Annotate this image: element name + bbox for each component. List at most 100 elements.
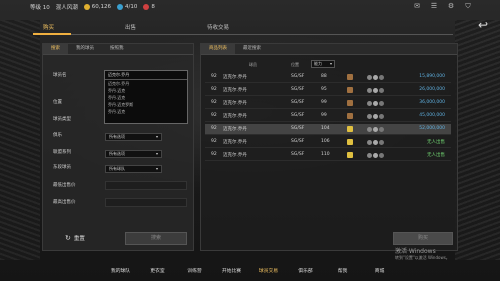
dropdown-option[interactable]: 迈克尔.乔丹 [105, 80, 187, 87]
table-row[interactable]: 92 迈克尔.乔丹 SG/SF 95 26,000,000 [205, 85, 451, 96]
player-ability: 99 [321, 113, 327, 118]
trait-badge-icon [373, 126, 378, 132]
subtab-by-me[interactable]: 按照我 [102, 44, 132, 54]
player-level: 等级 10 [30, 5, 50, 11]
ticket-icon [143, 4, 150, 10]
trait-badge-icon [373, 100, 378, 106]
card-type-label: 球员类型 [53, 117, 71, 122]
max-price-input[interactable] [105, 198, 187, 207]
back-arrow-icon[interactable]: ↩ [478, 18, 488, 32]
gear-icon[interactable]: ⚙ [447, 2, 455, 10]
trait-badge-icon [367, 87, 372, 93]
player-rating: 92 [211, 152, 217, 157]
search-button[interactable]: 搜索 [125, 232, 187, 245]
table-row[interactable]: 92 迈克尔.乔丹 SG/SF 110 无人出售 [205, 150, 451, 161]
tab-recent-search[interactable]: 最近搜索 [235, 44, 269, 54]
bottom-nav: 我的球队 更衣室 训练营 开始比赛 球员交易 俱乐部 帮我 商城 [0, 266, 500, 278]
player-position: SG/SF [291, 152, 305, 157]
dropdown-option[interactable]: 乔丹.迈克 [105, 108, 187, 115]
gold-coin-icon [83, 4, 90, 10]
nav-training[interactable]: 训练营 [176, 266, 213, 278]
nav-store[interactable]: 商城 [361, 266, 398, 278]
card-tier-icon [347, 139, 353, 145]
chevron-down-icon: ▾ [155, 166, 158, 171]
trait-badge-icon [379, 87, 384, 93]
subtab-my-players[interactable]: 我的球员 [68, 44, 102, 54]
player-name: 迈克尔.乔丹 [223, 101, 247, 106]
tab-pending[interactable]: 待收交易 [197, 23, 279, 33]
player-price: 45,000,000 [419, 113, 445, 118]
trait-badge-icon [373, 113, 378, 119]
tab-sell[interactable]: 出售 [115, 23, 197, 33]
player-position: SG/SF [291, 126, 305, 131]
max-price-label: 最高出售价 [53, 200, 76, 205]
sort-select[interactable]: 能力 ▾ [311, 60, 335, 68]
table-row[interactable]: 92 迈克尔.乔丹 SG/SF 88 15,890,000 [205, 72, 451, 83]
table-row[interactable]: 92 迈克尔.乔丹 SG/SF 99 36,000,000 [205, 98, 451, 109]
col-player: 球员 [249, 62, 257, 67]
trait-badge-icon [373, 139, 378, 145]
dropdown-option[interactable]: 乔丹.迈克 [105, 94, 187, 101]
table-row[interactable]: 92 迈克尔.乔丹 SG/SF 106 无人出售 [205, 137, 451, 148]
player-name-label: 球员名 [53, 73, 67, 78]
league-select[interactable]: 所有选项 ▾ [105, 150, 162, 158]
player-name: 迈克尔.乔丹 [223, 88, 247, 93]
card-tier-icon [347, 87, 353, 93]
player-rating: 92 [211, 126, 217, 131]
player-name-dropdown[interactable]: 迈克尔.乔丹 迈克尔.乔丹 乔丹.迈克 乔丹.迈克 乔丹.迈克罗斯 乔丹.迈克 [104, 70, 188, 124]
player-position: SG/SF [291, 139, 305, 144]
active-tab-indicator [33, 33, 71, 35]
min-price-input[interactable] [105, 181, 187, 190]
nav-start-match[interactable]: 开始比赛 [213, 266, 250, 278]
trait-badge-icon [367, 152, 372, 158]
table-row[interactable]: 92 迈克尔.乔丹 SG/SF 104 52,000,000 [205, 124, 451, 135]
club-select[interactable]: 所有选项 ▾ [105, 133, 162, 141]
player-price: 36,000,000 [419, 100, 445, 105]
team-select[interactable]: 所有球队 ▾ [105, 165, 162, 173]
nav-locker-room[interactable]: 更衣室 [139, 266, 176, 278]
card-tier-icon [347, 126, 353, 132]
tab-underline [33, 33, 453, 35]
listing-tabs: 商品列表 最近搜索 [201, 44, 457, 55]
player-rating: 92 [211, 74, 217, 79]
subtab-search[interactable]: 搜索 [43, 44, 68, 54]
player-position: SG/SF [291, 113, 305, 118]
player-ability: 88 [321, 74, 327, 79]
windows-activation-watermark: 激活 Windows 转到"设置"以激活 Windows。 [395, 248, 450, 261]
dropdown-option[interactable]: 乔丹.迈克罗斯 [105, 101, 187, 108]
trait-badge-icon [379, 100, 384, 106]
search-panel: 搜索 我的球员 按照我 球员名 位置 球员类型 俱乐 联盟系列 东段球员 最低出… [42, 43, 194, 251]
nav-player-trade[interactable]: 球员交易 [250, 266, 287, 278]
player-name-input[interactable]: 迈克尔.乔丹 [105, 71, 187, 80]
player-name: 迈克尔.乔丹 [223, 127, 247, 132]
table-row[interactable]: 92 迈克尔.乔丹 SG/SF 99 45,000,000 [205, 111, 451, 122]
player-ability: 99 [321, 100, 327, 105]
tab-buy[interactable]: 购买 [33, 23, 115, 33]
list-icon[interactable]: ☰ [430, 2, 438, 10]
nav-my-team[interactable]: 我的球队 [102, 266, 139, 278]
shield-icon[interactable]: ⛉ [464, 2, 472, 10]
main-tabs: 购买 出售 待收交易 [33, 23, 453, 33]
points-icon [117, 4, 124, 10]
player-ability: 110 [321, 152, 330, 157]
nav-help[interactable]: 帮我 [324, 266, 361, 278]
extra-counter: 8 [143, 4, 155, 10]
player-rating: 92 [211, 100, 217, 105]
buy-button[interactable]: 购买 [393, 232, 453, 245]
min-price-label: 最低出售价 [53, 183, 76, 188]
trait-badge-icon [373, 152, 378, 158]
col-position: 位置 [291, 62, 299, 67]
tab-listings[interactable]: 商品列表 [201, 44, 235, 54]
listing-panel: 商品列表 最近搜索 球员 位置 能力 ▾ 92 迈克尔.乔丹 SG/SF 88 15,8… [200, 43, 458, 251]
player-name: 迈克尔.乔丹 [223, 153, 247, 158]
stands-left [0, 20, 40, 260]
player-name: 迈克尔.乔丹 [223, 114, 247, 119]
mail-icon[interactable]: ✉ [413, 2, 421, 10]
reset-button[interactable]: ↻ 重置 [65, 234, 85, 242]
dropdown-option[interactable]: 乔丹.迈克 [105, 87, 187, 94]
nav-club[interactable]: 俱乐部 [287, 266, 324, 278]
player-price: 26,000,000 [419, 87, 445, 92]
player-name: 迈克尔.乔丹 [223, 140, 247, 145]
player-ability: 104 [321, 126, 330, 131]
player-rating: 92 [211, 113, 217, 118]
